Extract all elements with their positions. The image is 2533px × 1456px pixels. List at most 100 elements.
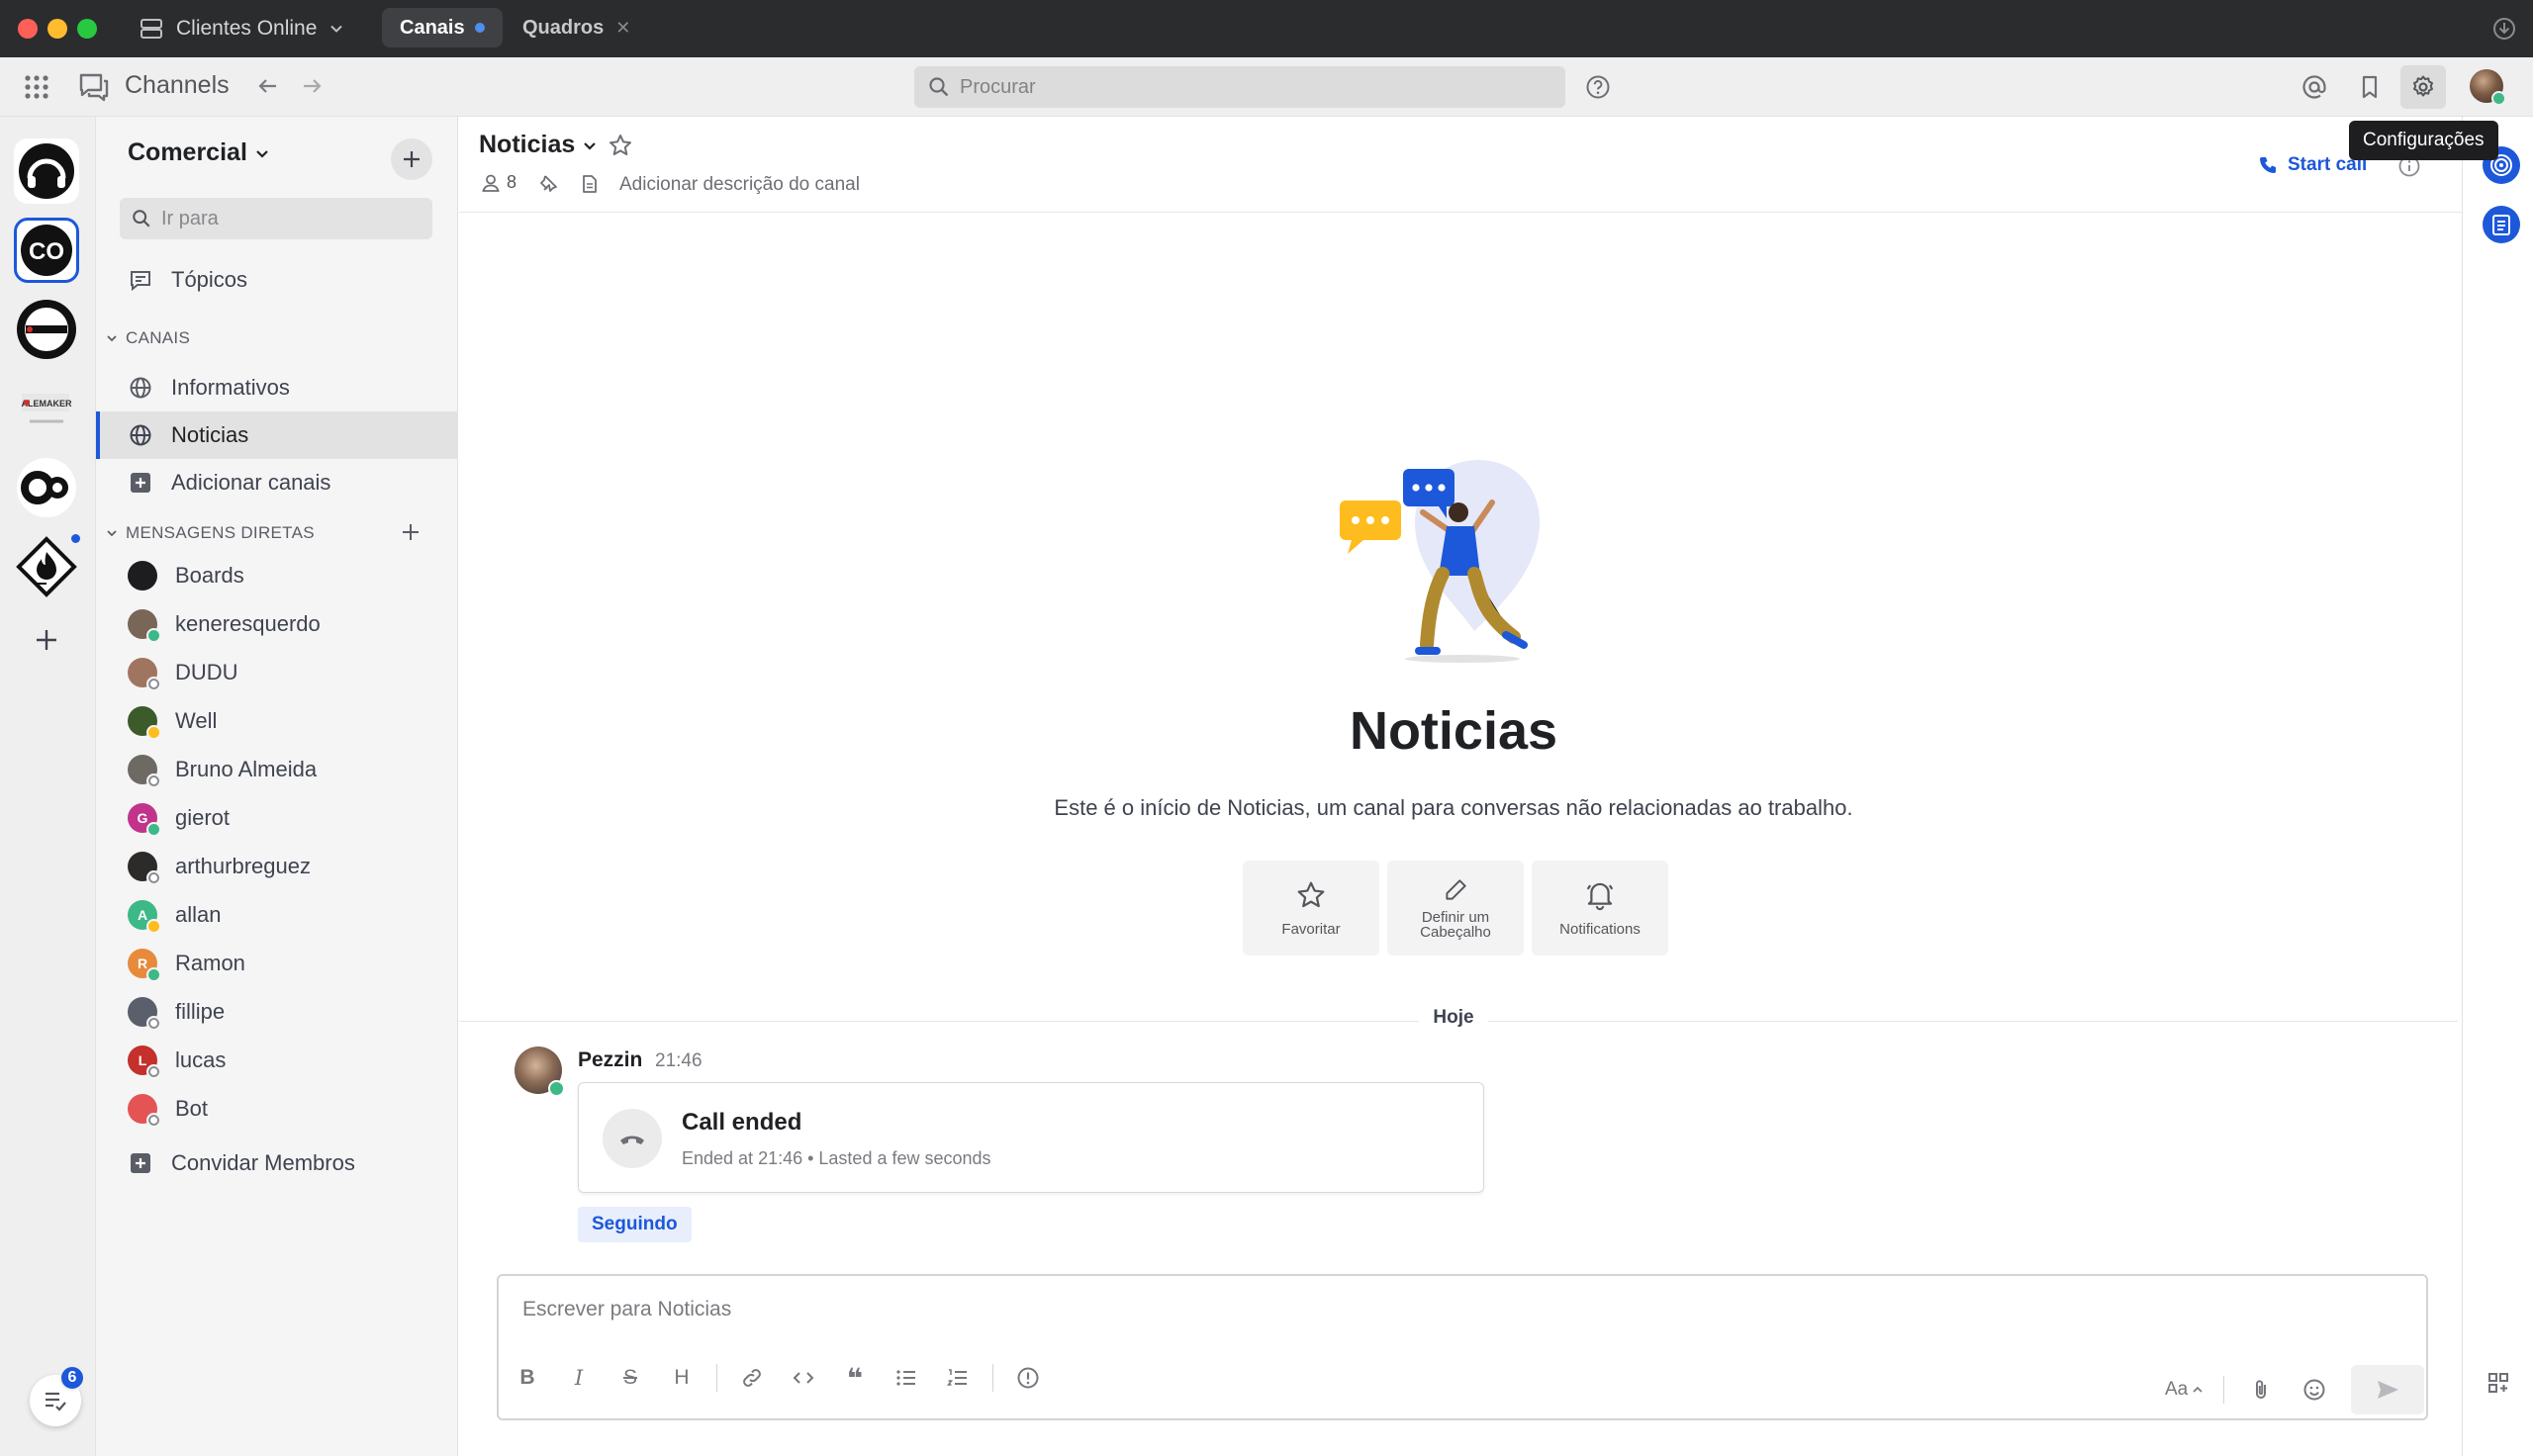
forward-arrow-icon[interactable] [299, 73, 325, 99]
send-button[interactable] [2351, 1365, 2425, 1414]
sidebar-item-label: Informativos [171, 375, 290, 400]
action-label: Favoritar [1281, 920, 1341, 938]
following-button[interactable]: Seguindo [578, 1207, 692, 1242]
quote-icon[interactable]: ❝ [838, 1361, 872, 1395]
team-sidebar: CO ALEMAKER 6 [0, 117, 96, 1456]
bold-icon[interactable]: B [511, 1361, 544, 1395]
message-time[interactable]: 21:46 [655, 1050, 703, 1072]
gear-icon [2413, 75, 2433, 97]
channels-product-icon [77, 71, 111, 103]
dm-item[interactable]: keneresquerdo [96, 600, 458, 648]
dm-item-label: fillipe [175, 999, 226, 1024]
dm-item[interactable]: arthurbreguez [96, 843, 458, 890]
help-icon[interactable] [1585, 74, 1611, 100]
avatar [128, 852, 161, 885]
bullet-list-icon[interactable] [890, 1361, 923, 1395]
tab-quadros[interactable]: Quadros ✕ [505, 8, 648, 47]
dm-item-label: Ramon [175, 951, 245, 975]
numbered-list-icon[interactable] [941, 1361, 975, 1395]
server-dropdown[interactable]: Clientes Online [139, 12, 344, 46]
action-label: Notifications [1559, 920, 1641, 938]
team-co[interactable]: CO [14, 218, 79, 283]
back-arrow-icon[interactable] [255, 73, 281, 99]
emoji-smile-icon[interactable] [2298, 1373, 2331, 1407]
flame-hazard-icon [16, 536, 77, 597]
dm-item[interactable]: fillipe [96, 988, 458, 1036]
boards-app-button[interactable] [2483, 206, 2520, 243]
jump-to-input[interactable]: Ir para [120, 198, 432, 239]
dm-item[interactable]: Llucas [96, 1037, 458, 1084]
dm-item[interactable]: Ggierot [96, 794, 458, 842]
add-dm-plus-icon[interactable] [401, 522, 421, 542]
member-count-button[interactable]: 8 [481, 172, 516, 193]
dm-item[interactable]: Bruno Almeida [96, 746, 458, 793]
dm-item[interactable]: Bot [96, 1085, 458, 1133]
clipboard-icon [2492, 215, 2510, 235]
file-icon[interactable] [580, 174, 600, 194]
channel-view: Noticias 8 Adicionar descrição do canal … [459, 117, 2462, 1456]
channel-sidebar: Comercial Ir para Tópicos CANAIS Informa… [96, 117, 458, 1456]
minimize-window-button[interactable] [47, 19, 67, 39]
composer-input[interactable]: Escrever para Noticias [522, 1298, 731, 1321]
italic-icon[interactable]: I [562, 1361, 596, 1395]
team-name-menu[interactable]: Comercial [128, 138, 271, 167]
channels-section-header[interactable]: CANAIS [106, 328, 190, 348]
code-icon[interactable] [787, 1361, 820, 1395]
away-status-icon [146, 919, 161, 934]
dm-item[interactable]: Aallan [96, 891, 458, 939]
team-headphones[interactable] [14, 138, 79, 204]
plus-box-icon [128, 1150, 153, 1176]
close-tab-icon[interactable]: ✕ [615, 18, 630, 39]
priority-alert-icon[interactable] [1011, 1361, 1045, 1395]
tab-canais[interactable]: Canais [382, 8, 503, 47]
heading-icon[interactable]: H [665, 1361, 699, 1395]
add-team-plus-icon[interactable] [34, 627, 59, 653]
formatting-toolbar: B I S H ❝ [511, 1361, 1045, 1395]
favoritar-button[interactable]: Favoritar [1243, 861, 1379, 956]
sidebar-item-informativos[interactable]: Informativos [96, 364, 458, 411]
close-window-button[interactable] [18, 19, 38, 39]
avatar: G [128, 803, 161, 837]
settings-gear-button[interactable] [2400, 65, 2446, 109]
settings-tooltip: Configurações [2349, 121, 2498, 160]
pin-icon[interactable] [538, 174, 558, 194]
team-co-2[interactable] [14, 455, 79, 520]
mentions-icon[interactable] [2301, 74, 2327, 100]
alemaker-logo-icon [17, 300, 76, 359]
attachment-paperclip-icon[interactable] [2244, 1373, 2278, 1407]
product-menu-icon[interactable] [24, 74, 49, 100]
team-flame[interactable] [14, 532, 82, 599]
dm-item[interactable]: Well [96, 697, 458, 745]
set-header-button[interactable]: Definir um Cabeçalho [1387, 861, 1524, 956]
team-alemaker[interactable] [14, 297, 79, 362]
download-icon[interactable] [2491, 16, 2517, 42]
task-list-button[interactable]: 6 [30, 1365, 85, 1426]
link-icon[interactable] [735, 1361, 769, 1395]
message-author[interactable]: Pezzin [578, 1048, 642, 1072]
sidebar-item-topicos[interactable]: Tópicos [96, 256, 458, 304]
team-alemaker-2[interactable]: ALEMAKER [14, 376, 79, 441]
dm-item[interactable]: Boards [96, 552, 458, 599]
avatar [128, 755, 161, 788]
notifications-button[interactable]: Notifications [1532, 861, 1668, 956]
title-bar: Clientes Online Canais Quadros ✕ [0, 0, 2533, 57]
add-button[interactable] [391, 138, 432, 180]
app-marketplace-icon[interactable] [2486, 1371, 2510, 1395]
user-avatar[interactable] [2470, 69, 2506, 106]
strikethrough-icon[interactable]: S [613, 1361, 647, 1395]
chevron-down-icon [256, 149, 268, 158]
add-channels-button[interactable]: Adicionar canais [96, 459, 458, 506]
add-description-link[interactable]: Adicionar descrição do canal [619, 174, 860, 196]
sidebar-item-noticias[interactable]: Noticias [96, 411, 458, 459]
dm-item[interactable]: DUDU [96, 649, 458, 696]
invite-members-button[interactable]: Convidar Membros [96, 1139, 458, 1187]
dm-section-header[interactable]: MENSAGENS DIRETAS [106, 523, 315, 543]
maximize-window-button[interactable] [77, 19, 97, 39]
text-size-button[interactable]: Aa [2165, 1379, 2204, 1401]
message-author-avatar[interactable] [515, 1046, 565, 1097]
dm-item[interactable]: R Ramon [96, 940, 458, 987]
saved-bookmark-icon[interactable] [2357, 74, 2383, 100]
favorite-star-icon[interactable] [608, 133, 633, 158]
search-input[interactable]: Procurar [914, 66, 1565, 108]
channel-name-menu[interactable]: Noticias [479, 131, 599, 159]
